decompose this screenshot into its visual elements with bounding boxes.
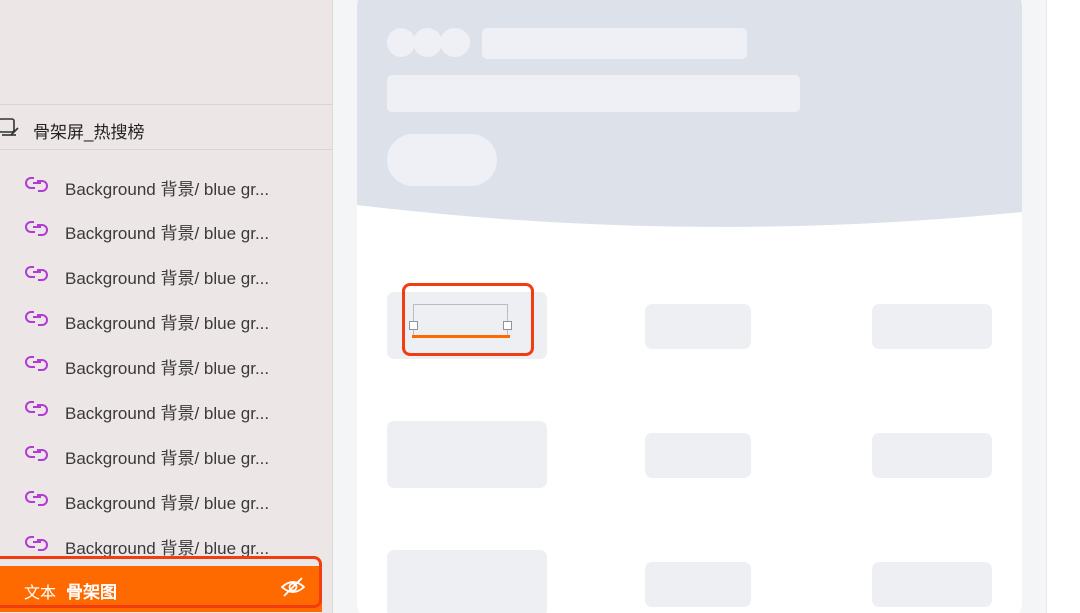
layer-item[interactable]: Background 背景/ blue gr... xyxy=(0,208,332,248)
layer-item[interactable]: Background 背景/ blue gr... xyxy=(0,298,332,338)
title-skeleton xyxy=(482,28,747,59)
layer-label: Background 背景/ blue gr... xyxy=(65,269,270,288)
layer-label: Background 背景/ blue gr... xyxy=(65,359,270,378)
symbol-link-icon xyxy=(25,219,49,237)
layer-label: Background 背景/ blue gr... xyxy=(65,539,270,558)
card-skeleton xyxy=(872,433,992,478)
avatar-skeleton xyxy=(440,28,470,57)
card-skeleton xyxy=(872,304,992,349)
card-skeleton xyxy=(872,562,992,607)
selected-layer-name: 骨架图 xyxy=(66,583,117,602)
layer-label: Background 背景/ blue gr... xyxy=(65,494,270,513)
subtitle-skeleton xyxy=(387,75,800,112)
layer-item[interactable]: Background 背景/ blue gr... xyxy=(0,433,332,473)
layer-item[interactable]: Background 背景/ blue gr... xyxy=(0,388,332,428)
symbol-link-icon xyxy=(25,399,49,417)
layers-panel: 骨架屏_热搜榜 Background 背景/ blue gr... Backgr… xyxy=(0,0,333,613)
card-skeleton xyxy=(645,433,751,478)
layer-label: Background 背景/ blue gr... xyxy=(65,224,270,243)
card-skeleton xyxy=(645,562,751,607)
layer-label: Background 背景/ blue gr... xyxy=(65,449,270,468)
selected-layer-row[interactable]: 文本 骨架图 xyxy=(0,566,322,612)
eye-hidden-icon[interactable] xyxy=(280,576,306,598)
symbol-link-icon xyxy=(25,534,49,552)
symbol-link-icon xyxy=(25,264,49,282)
component-group-icon xyxy=(0,116,20,138)
layer-type-label: 文本 xyxy=(24,585,57,602)
canvas-selection-highlight xyxy=(402,283,534,356)
layer-item[interactable]: Background 背景/ blue gr... xyxy=(0,343,332,383)
layer-item[interactable]: Background 背景/ blue gr... xyxy=(0,478,332,518)
layer-item[interactable]: Background 背景/ blue gr... xyxy=(0,253,332,293)
card-skeleton xyxy=(645,304,751,349)
layer-label: Background 背景/ blue gr... xyxy=(65,314,270,333)
symbol-link-icon xyxy=(25,175,49,193)
layer-label: Background 背景/ blue gr... xyxy=(65,404,270,423)
avatar-skeleton xyxy=(413,28,442,57)
layer-group-label: 骨架屏_热搜榜 xyxy=(33,123,145,142)
symbol-link-icon xyxy=(25,354,49,372)
symbol-link-icon xyxy=(25,309,49,327)
layer-item[interactable]: Background 背景/ blue gr... xyxy=(0,164,332,204)
layer-item[interactable]: Background 背景/ blue gr... xyxy=(0,523,332,563)
canvas-right-gutter xyxy=(1046,0,1080,613)
card-skeleton xyxy=(387,550,547,613)
avatar-skeleton xyxy=(387,28,415,57)
design-tool-window: 骨架屏_热搜榜 Background 背景/ blue gr... Backgr… xyxy=(0,0,1080,613)
layer-group-row[interactable]: 骨架屏_热搜榜 xyxy=(0,104,332,150)
symbol-link-icon xyxy=(25,444,49,462)
symbol-link-icon xyxy=(25,489,49,507)
layer-label: Background 背景/ blue gr... xyxy=(65,180,270,199)
button-skeleton xyxy=(387,134,497,186)
card-skeleton xyxy=(387,421,547,488)
